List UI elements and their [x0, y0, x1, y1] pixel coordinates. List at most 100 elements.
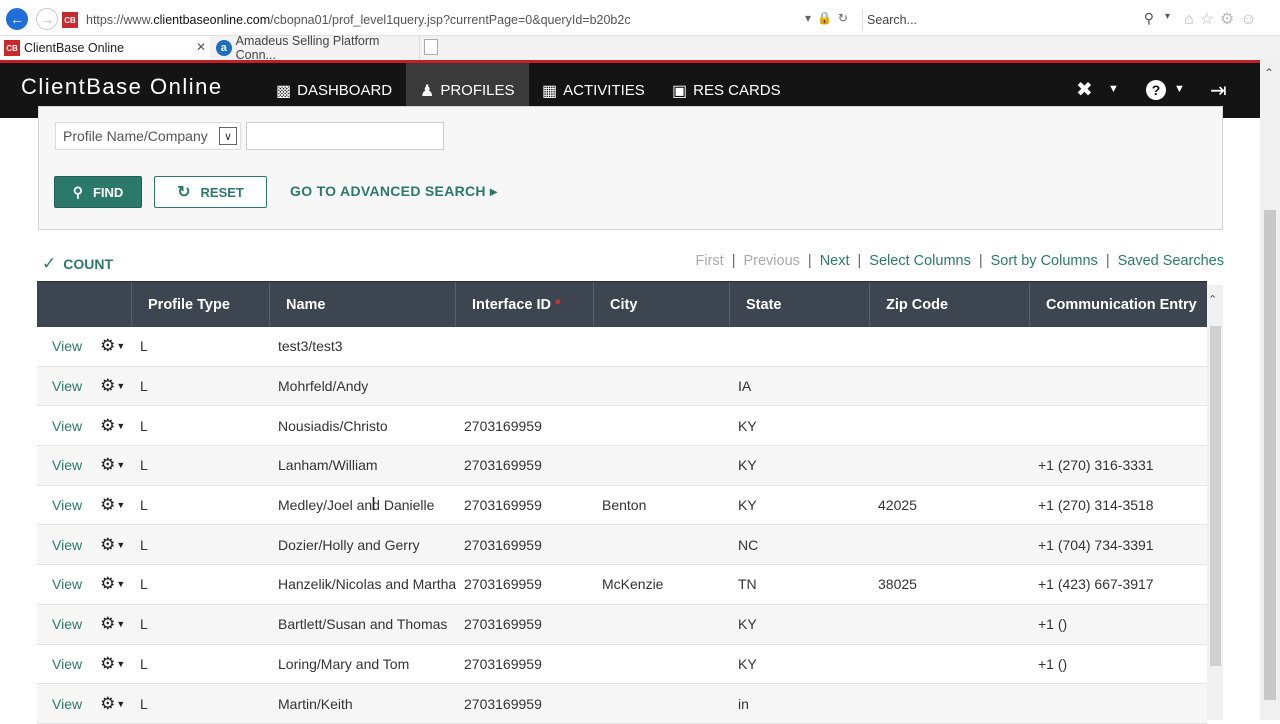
pager: First | Previous | Next | Select Columns…: [696, 253, 1224, 269]
view-link[interactable]: View: [52, 378, 82, 394]
reset-button[interactable]: ↻ RESET: [154, 176, 267, 208]
search-icon: ⚲: [72, 183, 83, 200]
cell-name: Loring/Mary and Tom: [278, 655, 410, 672]
column-header-name[interactable]: Name: [270, 282, 456, 327]
gear-icon[interactable]: ⚙: [100, 416, 115, 436]
chevron-down-icon[interactable]: ▼: [116, 699, 125, 709]
view-link[interactable]: View: [52, 576, 82, 592]
count-link[interactable]: ✓ COUNT: [42, 254, 113, 274]
logout-icon[interactable]: ⇥: [1210, 78, 1227, 103]
chevron-down-icon[interactable]: ▼: [116, 381, 125, 391]
chevron-down-icon[interactable]: ▼: [116, 500, 125, 510]
cell-profile-type: L: [140, 338, 148, 355]
cell-profile-type: L: [140, 695, 148, 712]
select-columns-link[interactable]: Select Columns: [869, 253, 971, 269]
view-link[interactable]: View: [52, 616, 82, 632]
app-title[interactable]: ClientBase Online: [21, 74, 223, 100]
sort-by-columns-link[interactable]: Sort by Columns: [991, 253, 1098, 269]
chevron-down-icon[interactable]: ▼: [116, 659, 125, 669]
chevron-up-icon[interactable]: ⌃: [1208, 293, 1217, 306]
cell-communication-entry: +1 (): [1038, 655, 1068, 672]
column-header-city[interactable]: City: [594, 282, 730, 327]
scrollbar-thumb[interactable]: [1210, 326, 1221, 666]
gear-icon[interactable]: ⚙: [100, 455, 115, 475]
url-field[interactable]: CB https://www.clientbaseonline.com/cbop…: [62, 9, 858, 31]
view-link[interactable]: View: [52, 656, 82, 672]
table-scrollbar[interactable]: ⌃: [1207, 285, 1223, 720]
table-body: View ⚙ ▼ Ltest3/test3 View ⚙ ▼ L Mohrfeld/Andy IA…: [37, 327, 1207, 724]
tab-clientbase[interactable]: CB ClientBase Online ✕: [0, 36, 210, 60]
column-header-interface-id[interactable]: Interface ID *: [456, 282, 594, 327]
cell-zip-code: 38025: [878, 576, 917, 593]
required-marker: *: [554, 296, 561, 313]
caret-right-icon: ▸: [490, 183, 498, 199]
column-header-zip-code[interactable]: Zip Code: [870, 282, 1030, 327]
back-arrow-icon[interactable]: ←: [6, 8, 28, 30]
cell-state: KY: [738, 497, 757, 514]
text-cursor-icon: I: [371, 494, 377, 514]
chevron-down-icon[interactable]: ▼: [116, 341, 125, 351]
chevron-down-icon[interactable]: ▼: [1174, 83, 1185, 95]
cell-state: TN: [738, 576, 757, 593]
table-row: View ⚙ ▼ L Martin/Keith 2703169959 in: [37, 684, 1207, 724]
table-row: View ⚙ ▼ L Dozier/Holly and Gerry 2703169959 N…: [37, 525, 1207, 566]
lock-refresh-icons[interactable]: ▾🔒↻: [805, 11, 854, 25]
find-button[interactable]: ⚲ FIND: [54, 176, 142, 208]
chevron-down-icon[interactable]: ▾: [1165, 11, 1170, 22]
search-icon[interactable]: ⚲: [1144, 10, 1154, 27]
gear-icon[interactable]: ⚙: [100, 694, 115, 714]
view-link[interactable]: View: [52, 457, 82, 473]
view-link[interactable]: View: [52, 696, 82, 712]
briefcase-icon: ▣: [672, 82, 688, 100]
chevron-down-icon[interactable]: ▼: [116, 619, 125, 629]
gear-icon[interactable]: ⚙: [100, 654, 115, 674]
tools-icon[interactable]: ✖: [1076, 77, 1093, 102]
saved-searches-link[interactable]: Saved Searches: [1118, 253, 1224, 269]
column-header-profile-type[interactable]: Profile Type: [132, 282, 270, 327]
chevron-down-icon[interactable]: ▼: [116, 540, 125, 550]
advanced-search-link[interactable]: GO TO ADVANCED SEARCH ▸: [290, 183, 497, 200]
page-scrollbar[interactable]: ⌃: [1260, 60, 1280, 720]
column-header-state[interactable]: State: [730, 282, 870, 327]
pager-next[interactable]: Next: [820, 253, 850, 269]
cell-profile-type: L: [140, 457, 148, 474]
forward-arrow-icon[interactable]: →: [36, 8, 58, 30]
chevron-down-icon[interactable]: ▼: [116, 579, 125, 589]
row-actions: View ⚙ ▼: [37, 336, 132, 356]
search-panel: Profile Name/Company ∨ ⚲ FIND ↻ RESET GO…: [38, 106, 1223, 230]
search-field-select[interactable]: Profile Name/Company ∨: [55, 122, 241, 150]
cell-interface-id: 2703169959: [464, 497, 542, 514]
chevron-down-icon[interactable]: ∨: [219, 127, 237, 145]
close-icon[interactable]: ✕: [196, 40, 206, 54]
chevron-down-icon[interactable]: ▼: [1108, 83, 1119, 95]
chevron-up-icon[interactable]: ⌃: [1264, 66, 1274, 80]
cell-name: test3/test3: [278, 338, 343, 355]
table-row: View ⚙ ▼ L Bartlett/Susan and Thomas 27031699…: [37, 604, 1207, 645]
view-link[interactable]: View: [52, 497, 82, 513]
table-row: View ⚙ ▼ L Medley/Joel and Danielle 270316995…: [37, 485, 1207, 526]
help-icon[interactable]: ?: [1146, 80, 1166, 100]
gear-icon[interactable]: ⚙: [100, 614, 115, 634]
gear-icon[interactable]: ⚙: [100, 574, 115, 594]
view-link[interactable]: View: [52, 418, 82, 434]
pager-separator: |: [807, 253, 812, 269]
scrollbar-thumb[interactable]: [1264, 210, 1276, 700]
gear-icon[interactable]: ⚙: [100, 535, 115, 555]
view-link[interactable]: View: [52, 537, 82, 553]
search-input[interactable]: [246, 122, 444, 150]
chevron-down-icon[interactable]: ▼: [116, 460, 125, 470]
cell-communication-entry: +1 (270) 314-3518: [1038, 497, 1154, 514]
cell-state: in: [738, 695, 749, 712]
gear-icon[interactable]: ⚙: [100, 376, 115, 396]
browser-tab-bar: CB ClientBase Online ✕ a Amadeus Selling…: [0, 34, 1280, 62]
row-actions: View ⚙ ▼: [37, 535, 132, 555]
chevron-down-icon[interactable]: ▼: [116, 421, 125, 431]
tab-amadeus[interactable]: a Amadeus Selling Platform Conn...: [212, 34, 420, 62]
gear-icon[interactable]: ⚙: [100, 336, 115, 356]
column-header-communication-entry[interactable]: Communication Entry: [1030, 282, 1207, 327]
browser-search-input[interactable]: Search... ⚲ ▾: [862, 9, 1174, 31]
view-link[interactable]: View: [52, 338, 82, 354]
new-tab-button[interactable]: [424, 39, 438, 55]
gear-icon[interactable]: ⚙: [100, 495, 115, 515]
toolbar-icons[interactable]: ⌂☆⚙☺: [1184, 9, 1263, 29]
